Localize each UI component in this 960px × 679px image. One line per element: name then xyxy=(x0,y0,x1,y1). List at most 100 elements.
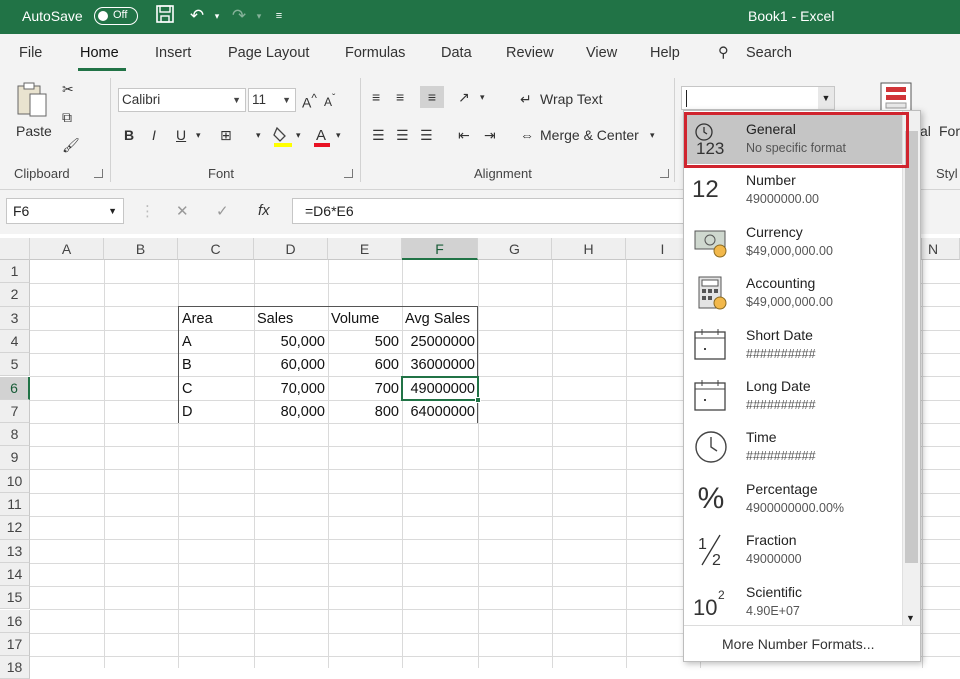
chevron-down-icon[interactable]: ▾ xyxy=(296,124,301,146)
formula-input[interactable]: =D6*E6 xyxy=(292,198,692,224)
column-header-f[interactable]: F xyxy=(402,238,478,260)
format-option-currency[interactable]: Currency $49,000,000.00 xyxy=(684,216,902,267)
decrease-indent-icon[interactable]: ⇤ xyxy=(458,124,470,146)
drag-handle-icon[interactable]: ⋮ xyxy=(140,202,155,220)
tab-data[interactable]: Data xyxy=(441,45,472,61)
decrease-font-size-button[interactable]: Aˇ xyxy=(324,88,335,110)
more-number-formats-link[interactable]: More Number Formats... xyxy=(722,636,874,652)
column-header-g[interactable]: G xyxy=(478,238,552,260)
column-header-e[interactable]: E xyxy=(328,238,402,260)
middle-align-icon[interactable]: ≡ xyxy=(396,86,404,108)
row-header-12[interactable]: 12 xyxy=(0,516,30,540)
orientation-icon[interactable]: ↗ xyxy=(458,86,470,108)
autosave-toggle[interactable]: Off xyxy=(94,7,138,25)
format-option-number[interactable]: 12 Number 49000000.00 xyxy=(684,164,902,215)
row-header-3[interactable]: 3 xyxy=(0,306,30,330)
conditional-formatting-icon[interactable] xyxy=(880,82,912,112)
bottom-align-icon[interactable]: ≡ xyxy=(420,86,444,108)
alignment-launcher-icon[interactable] xyxy=(660,169,669,178)
font-size-combo[interactable]: 11 ▼ xyxy=(248,88,296,112)
align-center-icon[interactable]: ☰ xyxy=(396,124,409,146)
clipboard-launcher-icon[interactable] xyxy=(94,169,103,178)
row-header-6[interactable]: 6 xyxy=(0,376,30,400)
row-header-4[interactable]: 4 xyxy=(0,329,30,354)
row-header-15[interactable]: 15 xyxy=(0,586,30,610)
paste-button[interactable]: Paste xyxy=(16,120,52,142)
row-header-16[interactable]: 16 xyxy=(0,609,30,633)
chevron-down-icon[interactable]: ▾ xyxy=(196,124,201,146)
format-painter-icon[interactable]: 🖌 xyxy=(62,134,80,156)
chevron-down-icon[interactable]: ▼ xyxy=(108,199,117,223)
increase-font-size-button[interactable]: A^ xyxy=(302,88,317,111)
redo-dropdown-icon[interactable]: ▾ xyxy=(248,4,270,28)
font-name-combo[interactable]: Calibri ▼ xyxy=(118,88,246,112)
select-all-corner[interactable] xyxy=(0,238,30,260)
format-option-percentage[interactable]: % Percentage 4900000000.00% xyxy=(684,473,902,524)
tab-insert[interactable]: Insert xyxy=(155,45,191,61)
tab-file[interactable]: File xyxy=(19,45,42,61)
format-option-time[interactable]: Time ########## xyxy=(684,421,902,472)
column-header-a[interactable]: A xyxy=(30,238,104,260)
scroll-down-icon[interactable]: ▼ xyxy=(906,613,915,623)
column-header-c[interactable]: C xyxy=(178,238,254,260)
row-header-9[interactable]: 9 xyxy=(0,446,30,470)
row-header-1[interactable]: 1 xyxy=(0,260,30,284)
format-option-fraction[interactable]: 12 Fraction 49000000 xyxy=(684,524,902,575)
row-header-10[interactable]: 10 xyxy=(0,469,30,493)
enter-icon[interactable]: ✓ xyxy=(216,202,229,220)
search-icon[interactable]: ⚲ xyxy=(718,45,729,61)
undo-icon[interactable]: ↶ xyxy=(186,4,208,28)
search-box[interactable]: Search xyxy=(746,45,792,61)
format-as-table-label[interactable]: For xyxy=(939,120,960,142)
redo-icon[interactable]: ↷ xyxy=(228,4,250,28)
copy-icon[interactable]: ⧉ xyxy=(62,106,72,128)
chevron-down-icon[interactable]: ▾ xyxy=(256,124,261,146)
wrap-text-button[interactable]: Wrap Text xyxy=(540,88,603,110)
fill-handle[interactable] xyxy=(475,396,481,403)
merge-center-icon[interactable]: ⇔ xyxy=(520,124,534,146)
column-header-h[interactable]: H xyxy=(552,238,626,260)
merge-center-button[interactable]: Merge & Center xyxy=(540,124,639,146)
insert-function-button[interactable]: fx xyxy=(258,202,270,219)
tab-help[interactable]: Help xyxy=(650,45,680,61)
font-launcher-icon[interactable] xyxy=(344,169,353,178)
tab-view[interactable]: View xyxy=(586,45,617,61)
row-header-13[interactable]: 13 xyxy=(0,539,30,563)
name-box[interactable]: F6 ▼ xyxy=(6,198,124,224)
chevron-down-icon[interactable]: ▼ xyxy=(818,87,834,109)
top-align-icon[interactable]: ≡ xyxy=(372,86,380,108)
row-header-11[interactable]: 11 xyxy=(0,493,30,517)
tab-home[interactable]: Home xyxy=(80,45,119,61)
number-format-combo[interactable]: ▼ xyxy=(681,86,835,110)
row-header-8[interactable]: 8 xyxy=(0,423,30,447)
format-option-long-date[interactable]: Long Date ########## xyxy=(684,370,902,421)
format-option-scientific[interactable]: 10 2 Scientific 4.90E+07 xyxy=(684,576,902,627)
row-header-5[interactable]: 5 xyxy=(0,353,30,377)
row-header-17[interactable]: 17 xyxy=(0,632,30,657)
tab-page-layout[interactable]: Page Layout xyxy=(228,45,309,61)
underline-button[interactable]: U xyxy=(176,124,186,146)
tab-formulas[interactable]: Formulas xyxy=(345,45,405,61)
tab-review[interactable]: Review xyxy=(506,45,554,61)
column-header-d[interactable]: D xyxy=(254,238,328,260)
dropdown-scrollbar[interactable]: ▼ xyxy=(902,111,920,625)
paste-icon[interactable] xyxy=(14,80,50,120)
borders-icon[interactable]: ⊞ xyxy=(220,124,232,146)
chevron-down-icon[interactable]: ▾ xyxy=(336,124,341,146)
increase-indent-icon[interactable]: ⇥ xyxy=(484,124,496,146)
cut-icon[interactable]: ✂ xyxy=(62,78,74,100)
customize-qat-icon[interactable]: ≡ xyxy=(268,4,290,28)
chevron-down-icon[interactable]: ▾ xyxy=(480,86,485,108)
align-right-icon[interactable]: ☰ xyxy=(420,124,433,146)
row-header-14[interactable]: 14 xyxy=(0,562,30,587)
conditional-formatting-label[interactable]: al xyxy=(920,120,931,142)
fill-color-icon[interactable] xyxy=(272,124,294,148)
row-header-2[interactable]: 2 xyxy=(0,283,30,307)
scrollbar-thumb[interactable] xyxy=(905,131,918,563)
chevron-down-icon[interactable]: ▾ xyxy=(650,124,655,146)
cancel-icon[interactable]: ✕ xyxy=(176,202,189,220)
bold-button[interactable]: B xyxy=(124,124,134,146)
undo-dropdown-icon[interactable]: ▾ xyxy=(206,4,228,28)
column-header-b[interactable]: B xyxy=(104,238,178,260)
format-option-accounting[interactable]: Accounting $49,000,000.00 xyxy=(684,267,902,318)
